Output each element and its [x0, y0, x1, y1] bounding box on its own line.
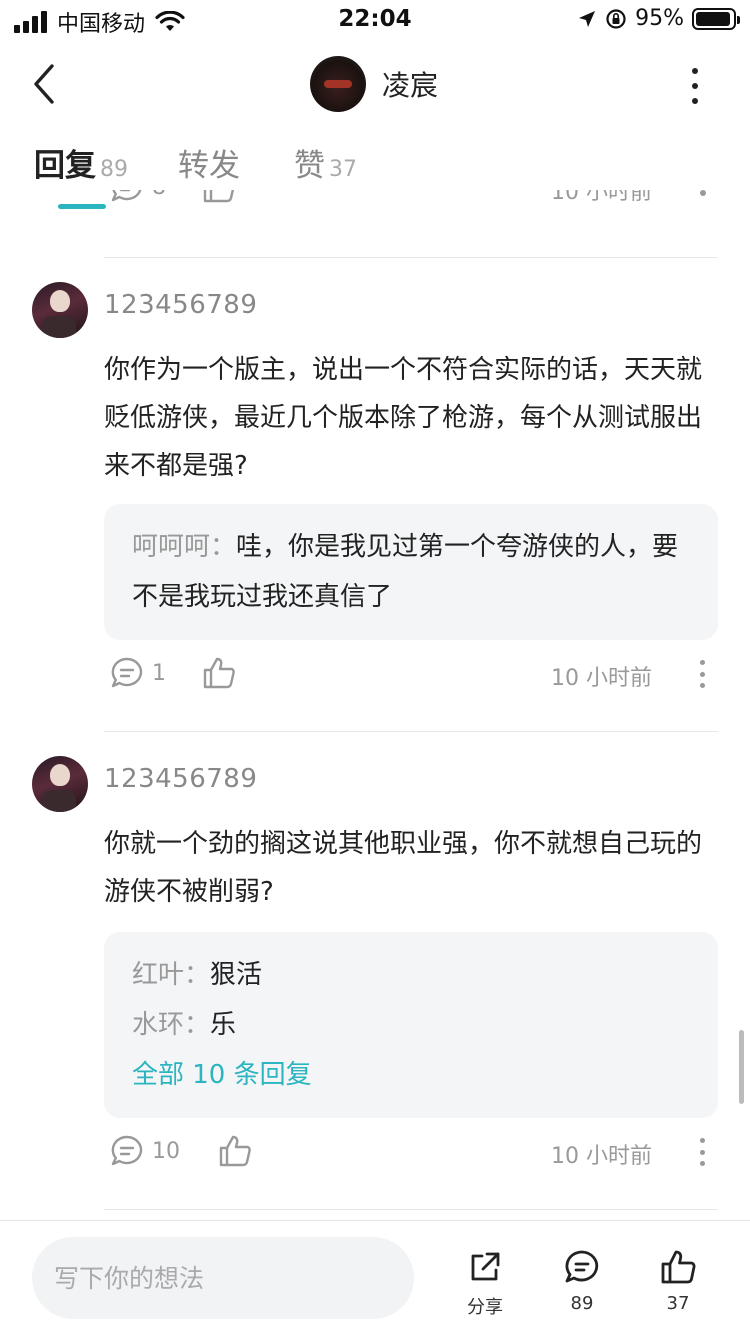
reply-author: 红叶：: [132, 960, 211, 990]
author-avatar[interactable]: [310, 56, 366, 112]
like-button[interactable]: 37: [643, 1247, 713, 1314]
comment-action[interactable]: 10: [108, 1132, 180, 1170]
comment-actions: 1 10 小时前: [104, 654, 718, 694]
tab-reposts[interactable]: 转发: [178, 140, 244, 185]
view-all-replies-link[interactable]: 全部 10 条回复: [132, 1050, 690, 1100]
comment-count: 10: [152, 1138, 180, 1164]
replies-list[interactable]: 8 10 小时前 123456789 你作为一个版主，说出一个不符合实际的话，天…: [0, 190, 750, 1220]
comment-text: 你就一个劲的搁这说其他职业强，你不就想自己玩的游侠不被削弱?: [104, 829, 703, 907]
tab-count: 37: [329, 157, 357, 182]
thumbs-up-icon: [203, 657, 235, 689]
comment-action[interactable]: 1: [108, 654, 166, 692]
comment-username[interactable]: 123456789: [104, 290, 257, 320]
share-button[interactable]: 分享: [450, 1247, 520, 1319]
comment-item: 123456789 你就一个劲的搁这说其他职业强，你不就想自己玩的游侠不被削弱?…: [0, 756, 750, 1196]
more-dots-icon[interactable]: [700, 190, 706, 196]
avatar[interactable]: [32, 282, 88, 338]
comment-icon: [565, 1250, 599, 1283]
thumbs-up-icon: [661, 1250, 696, 1284]
comment-username[interactable]: 123456789: [104, 764, 257, 794]
more-vertical-icon[interactable]: [698, 660, 706, 688]
like-action[interactable]: [200, 654, 244, 692]
comment-text: 你作为一个版主，说出一个不符合实际的话，天天就贬低游侠，最近几个版本除了枪游，每…: [104, 355, 703, 481]
reply-author: 呵呵呵：: [132, 532, 237, 562]
share-label: 分享: [467, 1297, 503, 1318]
battery-level: [696, 11, 731, 26]
rotation-lock-icon: [606, 8, 626, 29]
nested-replies[interactable]: 红叶：狠活 水环：乐 全部 10 条回复: [104, 932, 718, 1118]
detail-tabs: 回复 89 转发 赞 37: [34, 140, 407, 185]
tab-label: 转发: [178, 148, 240, 184]
comment-action[interactable]: 8: [108, 190, 166, 206]
tab-likes[interactable]: 赞 37: [294, 140, 357, 185]
tab-label: 赞: [294, 148, 325, 184]
timestamp: 10 小时前: [551, 1144, 652, 1169]
comments-button[interactable]: 89: [547, 1247, 617, 1314]
bottom-action-bar: 分享 89 37: [0, 1220, 750, 1334]
avatar[interactable]: [32, 756, 88, 812]
location-icon: [579, 10, 596, 27]
thumbs-up-icon: [219, 1135, 251, 1167]
share-icon: [471, 1252, 500, 1281]
top-navbar: 凌宸: [0, 44, 750, 124]
back-icon[interactable]: [28, 62, 62, 106]
nested-reply[interactable]: 呵呵呵：哇，你是我见过第一个夸游侠的人，要不是我玩过我还真信了: [132, 522, 690, 622]
comment-icon: [111, 190, 142, 202]
reply-text: 狠活: [210, 960, 263, 990]
divider: [104, 731, 718, 732]
divider: [104, 1209, 718, 1210]
like-action[interactable]: [200, 190, 238, 206]
status-bar: 中国移动 22:04 95%: [0, 0, 750, 40]
author-name[interactable]: 凌宸: [382, 64, 438, 104]
list-item-partial: 8 10 小时前: [0, 190, 750, 208]
likes-count: 37: [666, 1293, 690, 1314]
divider: [104, 257, 718, 258]
like-action[interactable]: [216, 1132, 260, 1170]
nested-replies[interactable]: 呵呵呵：哇，你是我见过第一个夸游侠的人，要不是我玩过我还真信了: [104, 504, 718, 640]
timestamp: 10 小时前: [551, 190, 652, 205]
comment-icon: [111, 657, 143, 688]
thumbs-up-icon: [203, 190, 235, 203]
comment-count: 8: [152, 190, 166, 200]
reply-text: 乐: [210, 1010, 237, 1040]
scrollbar[interactable]: [739, 1030, 744, 1104]
comment-count: 1: [152, 660, 166, 686]
author-header[interactable]: 凌宸: [310, 56, 438, 112]
comment-icon: [111, 1135, 143, 1166]
tab-label: 回复: [34, 148, 96, 184]
nested-reply[interactable]: 水环：乐: [132, 1000, 690, 1050]
timestamp: 10 小时前: [551, 666, 652, 691]
reply-author: 水环：: [132, 1010, 211, 1040]
comment-input[interactable]: [32, 1237, 414, 1319]
tab-replies[interactable]: 回复 89: [34, 140, 128, 185]
tab-count: 89: [100, 157, 128, 182]
battery-percent: 95%: [635, 6, 684, 31]
battery-icon: [692, 7, 740, 30]
more-vertical-icon[interactable]: [690, 68, 700, 104]
comment-actions: 10 10 小时前: [104, 1132, 718, 1172]
comment-item: 123456789 你作为一个版主，说出一个不符合实际的话，天天就贬低游侠，最近…: [0, 282, 750, 722]
status-right: 95%: [577, 6, 740, 31]
more-vertical-icon[interactable]: [698, 1138, 706, 1166]
comments-count: 89: [570, 1293, 594, 1314]
nested-reply[interactable]: 红叶：狠活: [132, 950, 690, 1000]
